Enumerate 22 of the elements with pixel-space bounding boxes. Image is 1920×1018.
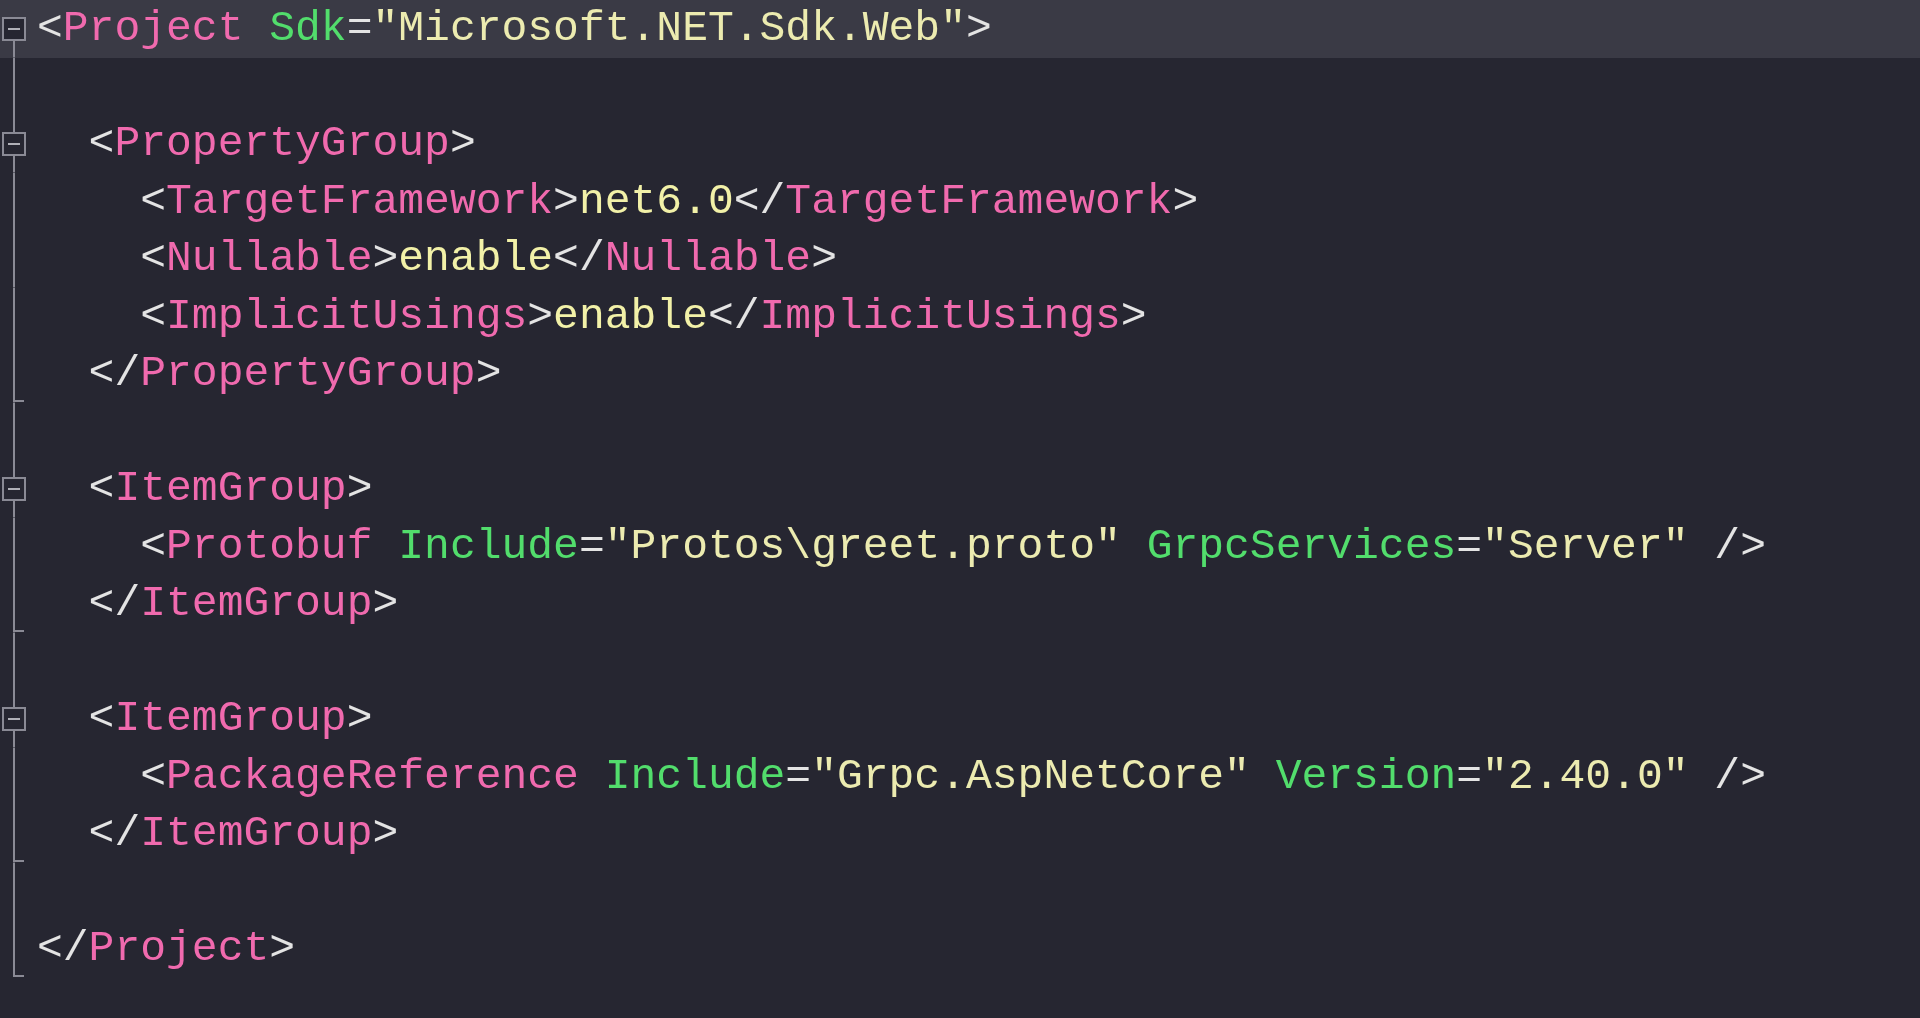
fold-end-marker bbox=[13, 920, 25, 977]
code-line: </PropertyGroup> bbox=[87, 348, 502, 400]
code-line: <TargetFramework>net6.0</TargetFramework> bbox=[139, 175, 1199, 228]
code-line: <ImplicitUsings>enable</ImplicitUsings> bbox=[139, 290, 1147, 343]
fold-collapse-icon[interactable] bbox=[2, 17, 26, 41]
code-line: <ItemGroup> bbox=[87, 693, 373, 745]
code-line: </Project> bbox=[37, 923, 296, 975]
fold-end-marker bbox=[13, 345, 25, 403]
code-line: <PackageReference Include="Grpc.AspNetCore" Version="2.40.0" /> bbox=[139, 750, 1766, 803]
code-line: </ItemGroup> bbox=[87, 808, 399, 860]
fold-guide-line bbox=[13, 862, 15, 920]
fold-end-marker bbox=[13, 805, 25, 863]
fold-collapse-icon[interactable] bbox=[2, 477, 26, 501]
code-line: <PropertyGroup> bbox=[87, 118, 476, 170]
code-line: </ItemGroup> bbox=[87, 578, 399, 630]
code-line: <Protobuf Include="Protos\greet.proto" GrpcServices="Server" /> bbox=[139, 520, 1766, 573]
fold-collapse-icon[interactable] bbox=[2, 707, 26, 731]
code-line: <ItemGroup> bbox=[87, 463, 373, 515]
code-line: <Project Sdk="Microsoft.NET.Sdk.Web"> bbox=[37, 3, 992, 55]
code-line: <Nullable>enable</Nullable> bbox=[139, 233, 837, 285]
fold-collapse-icon[interactable] bbox=[2, 132, 26, 156]
fold-end-marker bbox=[13, 575, 25, 633]
